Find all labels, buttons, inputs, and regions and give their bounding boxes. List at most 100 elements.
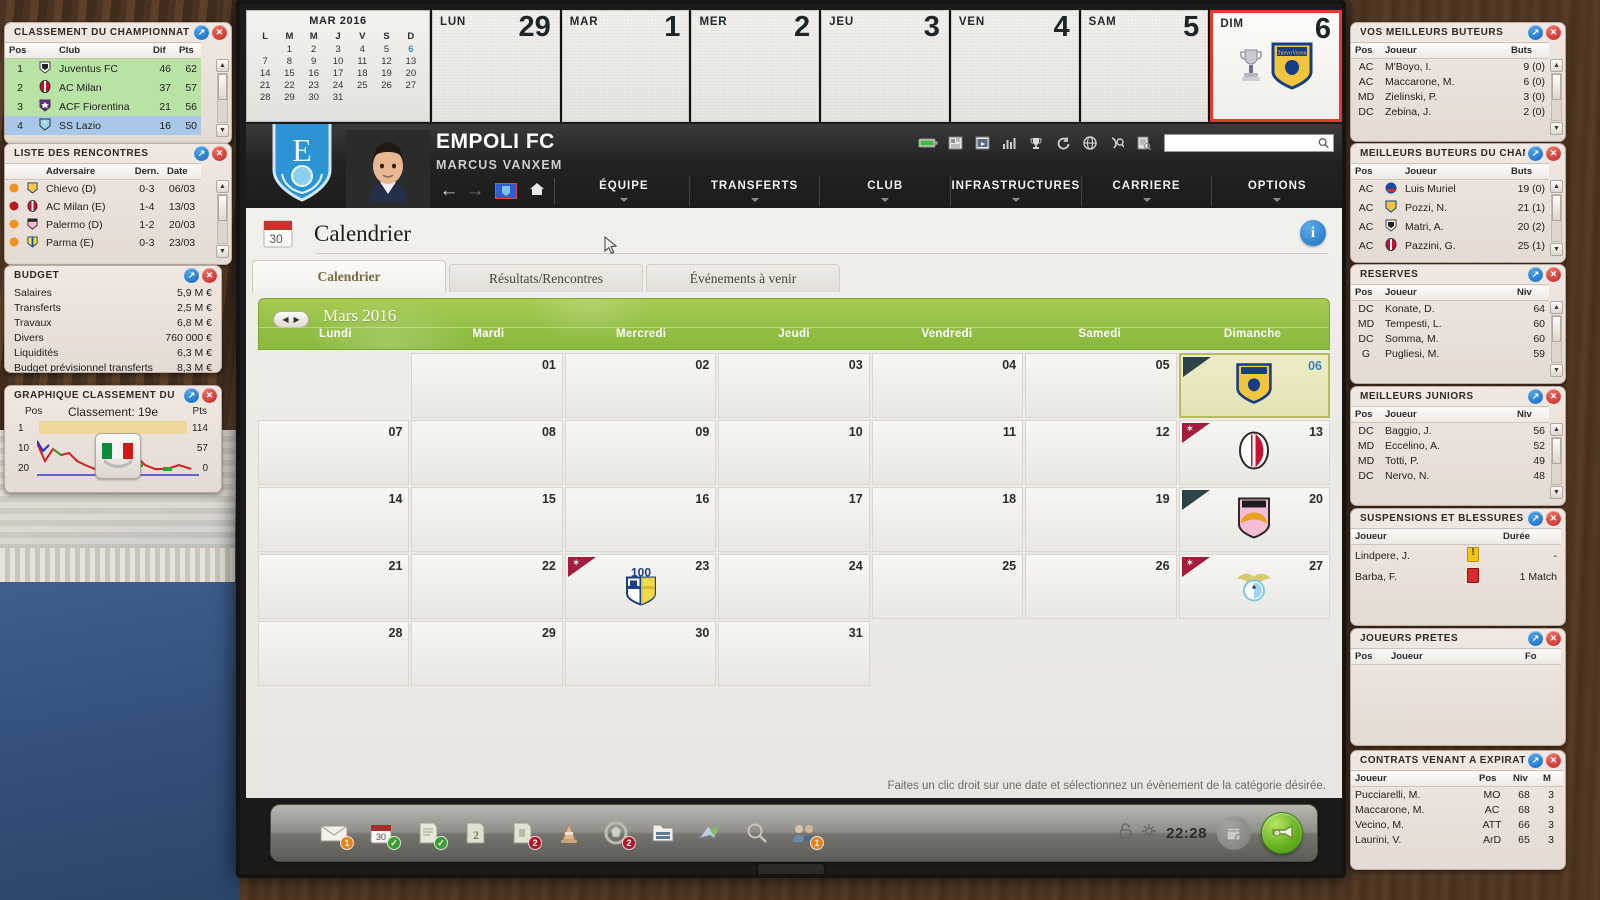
staff-icon[interactable]: 1 [789, 818, 824, 850]
calendar-cell-match[interactable]: ✶ 27 [1178, 554, 1330, 619]
calendar-cell[interactable]: 04 [871, 353, 1024, 418]
table-row[interactable]: DC Somma, M. 60 [1351, 331, 1549, 346]
scroll-down-icon[interactable]: ▼ [1550, 486, 1563, 499]
scroll-thumb[interactable] [218, 74, 227, 100]
calendar-cell[interactable]: 05 [1025, 353, 1177, 418]
tab-calendrier[interactable]: Calendrier [252, 260, 446, 292]
nav-club[interactable]: CLUB [820, 180, 950, 202]
popout-icon[interactable]: ↗ [1528, 389, 1543, 404]
table-row[interactable]: AC Maccarone, M. 6 (0) [1351, 74, 1549, 89]
news-icon[interactable] [945, 135, 965, 152]
nav-transferts[interactable]: TRANSFERTS [690, 180, 820, 202]
mini-day[interactable]: 26 [374, 79, 398, 91]
table-row[interactable]: MD Zielinski, P. 3 (0) [1351, 89, 1549, 104]
popout-icon[interactable]: ↗ [1528, 753, 1543, 768]
calendar-cell[interactable]: 17 [718, 487, 870, 552]
table-row[interactable]: Maccarone, M. AC 68 3 [1351, 802, 1563, 817]
info-button[interactable]: i [1300, 220, 1326, 246]
calendar-cell-match[interactable]: ✶ 23 100 [564, 554, 717, 619]
mini-day[interactable]: 14 [253, 67, 277, 79]
forward-arrow-icon[interactable]: → [462, 180, 488, 202]
close-icon[interactable]: ✕ [212, 25, 227, 40]
search-box[interactable] [1164, 134, 1334, 152]
tactics-icon[interactable]: 2 [601, 818, 636, 850]
mini-day[interactable]: 8 [277, 55, 301, 67]
popout-icon[interactable]: ↗ [184, 388, 199, 403]
scroll-up-icon[interactable]: ▲ [1550, 301, 1563, 314]
popout-icon[interactable]: ↗ [1528, 631, 1543, 646]
continue-button[interactable] [1261, 812, 1303, 854]
window-bottom-tab[interactable] [756, 862, 826, 874]
scrollbar[interactable]: ▲ ▼ [216, 59, 229, 137]
calendar-cell-match[interactable]: 20 [1178, 487, 1330, 552]
scroll-up-icon[interactable]: ▲ [1550, 423, 1563, 436]
calendar-cell-match[interactable]: ✶ 13 [1178, 420, 1330, 485]
scroll-track[interactable] [1551, 437, 1562, 485]
mini-day[interactable]: 12 [374, 55, 398, 67]
contract-icon[interactable]: ✓ [413, 818, 448, 850]
calendar-cell-today[interactable]: 06 [1178, 353, 1330, 418]
calendar-cell[interactable]: 01 [411, 353, 563, 418]
training-cone-icon[interactable] [554, 818, 584, 848]
mini-day[interactable]: 18 [350, 67, 374, 79]
mail-icon[interactable]: 1 [319, 818, 354, 850]
mini-day[interactable]: 1 [277, 43, 301, 55]
scroll-track[interactable] [217, 194, 228, 244]
strip-day-fri[interactable]: VEN 4 [950, 10, 1079, 122]
table-row[interactable]: AC Matri, A. 20 (2) [1351, 217, 1549, 236]
scroll-up-icon[interactable]: ▲ [216, 180, 229, 193]
scroll-down-icon[interactable]: ▼ [1550, 122, 1563, 135]
calendar-cell[interactable]: 07 [258, 420, 410, 485]
close-icon[interactable]: ✕ [202, 268, 217, 283]
transfer-doc-icon[interactable]: 2 [507, 818, 542, 850]
calendar-cell[interactable]: 30 [564, 621, 717, 686]
calendar-cell[interactable]: 10 [718, 420, 870, 485]
calendar-cell[interactable]: 16 [564, 487, 717, 552]
calendar-cell[interactable]: 24 [718, 554, 870, 619]
table-row[interactable]: DC Nervo, N. 48 [1351, 468, 1549, 483]
scroll-down-icon[interactable]: ▼ [1550, 243, 1563, 256]
club-shortcut-button[interactable] [495, 183, 517, 199]
calendar-cell[interactable]: 21 [258, 554, 410, 619]
calendar-cell[interactable]: 26 [1025, 554, 1177, 619]
refresh-icon[interactable] [1053, 135, 1073, 152]
popout-icon[interactable]: ↗ [184, 268, 199, 283]
table-row[interactable]: Laurini, V. ArD 65 3 [1351, 832, 1563, 847]
scroll-down-icon[interactable]: ▼ [1550, 364, 1563, 377]
table-row[interactable]: Pucciarelli, M. MO 68 3 [1351, 787, 1563, 803]
next-month-icon[interactable]: ▶ [294, 315, 300, 324]
scrollbar[interactable]: ▲ ▼ [1550, 301, 1563, 377]
home-icon[interactable] [524, 182, 550, 201]
gear-icon[interactable] [1142, 823, 1157, 843]
close-icon[interactable]: ✕ [1546, 631, 1561, 646]
scrollbar[interactable]: ▲ ▼ [1550, 423, 1563, 499]
calendar-cell[interactable]: 03 [718, 353, 870, 418]
mini-day[interactable]: 4 [350, 43, 374, 55]
scroll-track[interactable] [1551, 73, 1562, 121]
calendar-cell[interactable]: 31 [718, 621, 870, 686]
mini-day[interactable]: 17 [326, 67, 350, 79]
search-icon[interactable] [742, 818, 772, 848]
table-row[interactable]: Vecino, M. ATT 66 3 [1351, 817, 1563, 832]
nav-options[interactable]: OPTIONS [1212, 180, 1342, 202]
scroll-thumb[interactable] [1552, 195, 1561, 221]
calendar-cell[interactable]: 19 [1025, 487, 1177, 552]
table-row[interactable]: MD Totti, P. 49 [1351, 453, 1549, 468]
battery-icon[interactable] [918, 135, 938, 152]
calendar-jump-button[interactable] [1217, 816, 1251, 850]
table-row[interactable]: Lindpere, J. - [1351, 545, 1561, 567]
mini-day[interactable]: 16 [302, 67, 326, 79]
calendar-cell[interactable]: 22 [411, 554, 563, 619]
calendar-cell[interactable]: 15 [411, 487, 563, 552]
table-row[interactable]: Palermo (D) 1-2 20/03 [5, 216, 201, 234]
table-row[interactable]: 3 ACF Fiorentina 21 56 [5, 97, 201, 116]
table-row[interactable]: MD Tempesti, L. 60 [1351, 316, 1549, 331]
strip-day-thu[interactable]: JEU 3 [821, 10, 949, 122]
table-row[interactable]: AC Pozzi, N. 21 (1) [1351, 198, 1549, 217]
close-icon[interactable]: ✕ [1546, 753, 1561, 768]
prev-month-icon[interactable]: ◀ [282, 315, 288, 324]
scrollbar[interactable]: ▲ ▼ [216, 180, 229, 258]
scroll-track[interactable] [1551, 194, 1562, 242]
mini-day[interactable]: 25 [350, 79, 374, 91]
calendar-cell[interactable]: 18 [871, 487, 1024, 552]
